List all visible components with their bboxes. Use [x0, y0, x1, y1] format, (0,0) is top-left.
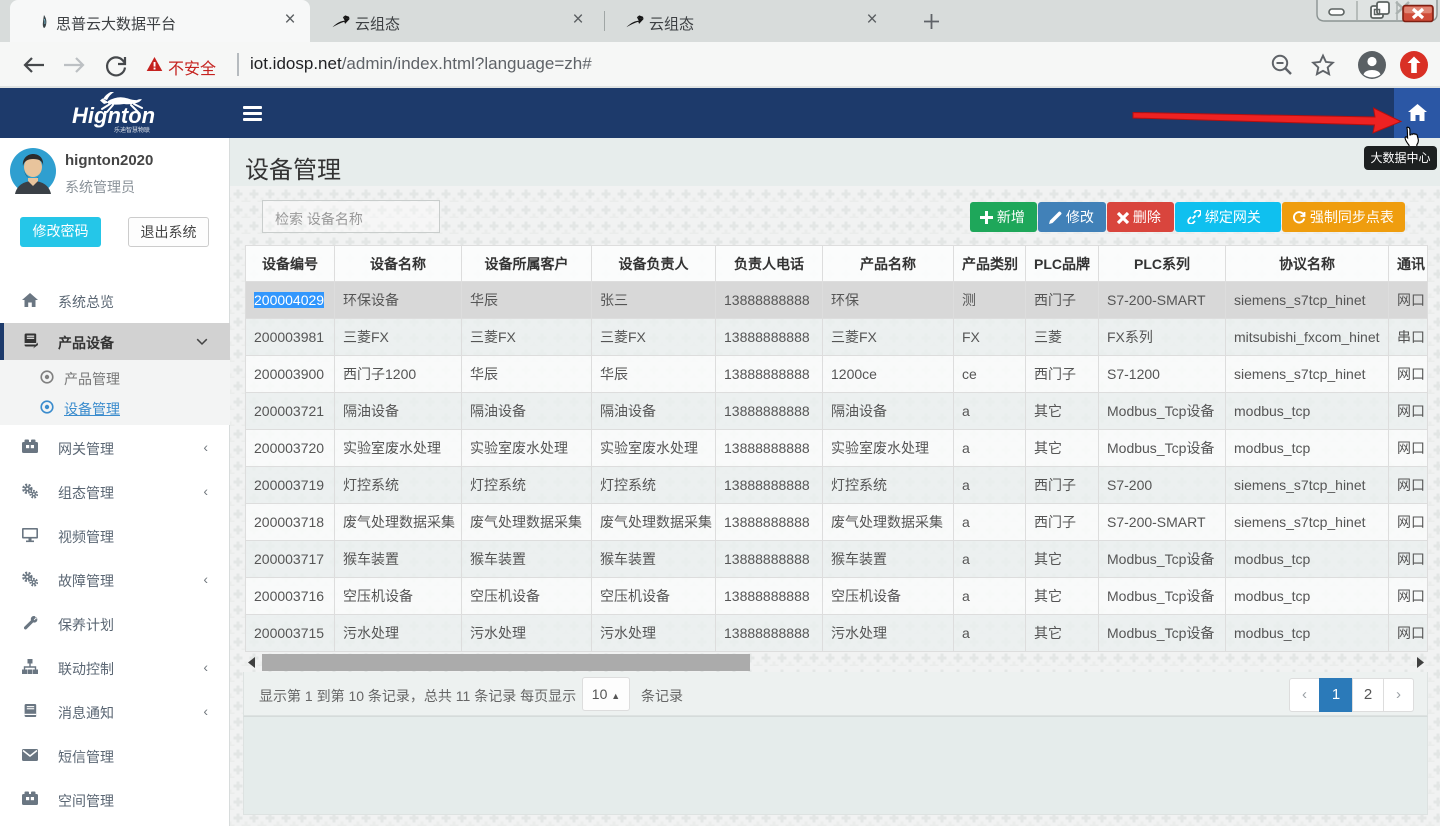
svg-text:Hignton: Hignton	[72, 103, 155, 128]
svg-text:乐迪智慧物联: 乐迪智慧物联	[114, 126, 150, 134]
